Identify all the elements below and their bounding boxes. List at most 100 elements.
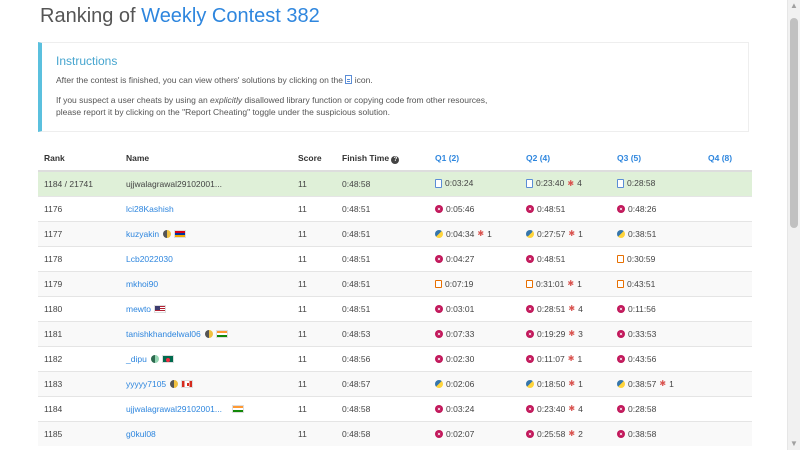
q3-cell: 0:33:53 xyxy=(611,321,702,347)
col-q3[interactable]: Q3 (5) xyxy=(611,146,702,172)
submission-time: 0:07:19 xyxy=(445,278,474,289)
cpp-icon xyxy=(617,304,625,313)
wrong-attempts: 2 xyxy=(578,428,583,439)
user-link[interactable]: yyyyy7105 xyxy=(126,379,166,389)
submission-link[interactable]: 0:03:24 xyxy=(435,178,473,188)
user-link[interactable]: mkhoi90 xyxy=(126,279,158,289)
contest-link[interactable]: Weekly Contest 382 xyxy=(141,5,320,27)
q1-cell: 0:02:06 xyxy=(429,371,520,397)
submission-link[interactable]: 0:33:53 xyxy=(617,329,656,339)
submission-link[interactable]: 0:48:51 xyxy=(526,204,565,214)
finish-time-cell: 0:48:51 xyxy=(336,296,429,322)
vertical-scrollbar[interactable]: ▲ ▼ xyxy=(787,0,800,450)
score-cell: 11 xyxy=(292,421,336,446)
name-cell: lci28Kashish xyxy=(120,196,292,222)
scroll-up-icon[interactable]: ▲ xyxy=(788,0,800,12)
score-cell: 11 xyxy=(292,221,336,247)
user-link[interactable]: mewto xyxy=(126,304,151,314)
submission-link[interactable]: 0:04:27 xyxy=(435,254,474,264)
submission-link[interactable]: 0:02:06 xyxy=(435,379,474,389)
bug-icon: ✱ xyxy=(568,404,576,413)
submission-link[interactable]: 0:43:51 xyxy=(617,279,655,289)
user-link[interactable]: g0kul08 xyxy=(126,429,156,439)
submission-link[interactable]: 0:28:51 ✱ 4 xyxy=(526,304,583,314)
submission-link[interactable]: 0:28:58 xyxy=(617,404,656,414)
user-link[interactable]: ujjwalagrawal29102001... xyxy=(126,179,222,189)
user-link[interactable]: _dipu xyxy=(126,354,147,364)
submission-link[interactable]: 0:48:51 xyxy=(526,254,565,264)
cpp-icon xyxy=(435,354,443,363)
rank-cell: 1183 xyxy=(38,371,120,397)
user-link[interactable]: lci28Kashish xyxy=(126,204,174,214)
user-link[interactable]: tanishkhandelwal06 xyxy=(126,329,201,339)
user-badge-icon xyxy=(204,330,213,338)
submission-link[interactable]: 0:38:51 xyxy=(617,229,656,239)
name-cell: ujjwalagrawal29102001... xyxy=(120,396,292,422)
rank-cell: 1185 xyxy=(38,421,120,446)
submission-link[interactable]: 0:31:01 ✱ 1 xyxy=(526,279,582,289)
cpp-icon xyxy=(435,254,443,263)
col-q1[interactable]: Q1 (2) xyxy=(429,146,520,172)
submission-link[interactable]: 0:43:56 xyxy=(617,354,656,364)
q4-cell xyxy=(702,296,752,322)
q4-cell xyxy=(702,271,752,297)
submission-link[interactable]: 0:25:58 ✱ 2 xyxy=(526,429,583,439)
submission-time: 0:18:50 xyxy=(537,378,566,389)
submission-link[interactable]: 0:03:24 xyxy=(435,404,474,414)
submission-link[interactable]: 0:03:01 xyxy=(435,304,474,314)
submission-link[interactable]: 0:02:07 xyxy=(435,429,474,439)
submission-link[interactable]: 0:11:07 ✱ 1 xyxy=(526,354,582,364)
solution-doc-icon xyxy=(345,75,353,84)
submission-link[interactable]: 0:48:26 xyxy=(617,204,656,214)
submission-link[interactable]: 0:11:56 xyxy=(617,304,656,314)
submission-link[interactable]: 0:18:50 ✱ 1 xyxy=(526,379,583,389)
submission-link[interactable]: 0:05:46 xyxy=(435,204,474,214)
submission-link[interactable]: 0:19:29 ✱ 3 xyxy=(526,329,583,339)
cpp-icon xyxy=(526,304,534,313)
rank-cell: 1184 / 21741 xyxy=(38,170,120,197)
submission-link[interactable]: 0:23:40 ✱ 4 xyxy=(526,178,582,188)
submission-time: 0:03:24 xyxy=(446,403,475,414)
q1-cell: 0:02:30 xyxy=(429,346,520,372)
bug-icon: ✱ xyxy=(568,229,576,238)
table-row: 1176 lci28Kashish 11 0:48:51 0:05:46 0:48:51 0… xyxy=(38,196,752,222)
bug-icon: ✱ xyxy=(659,379,667,388)
q1-cell: 0:03:24 xyxy=(429,396,520,422)
submission-time: 0:04:27 xyxy=(446,253,475,264)
submission-link[interactable]: 0:27:57 ✱ 1 xyxy=(526,229,583,239)
rank-cell: 1179 xyxy=(38,271,120,297)
submission-link[interactable]: 0:23:40 ✱ 4 xyxy=(526,404,583,414)
submission-link[interactable]: 0:07:33 xyxy=(435,329,474,339)
submission-link[interactable]: 0:07:19 xyxy=(435,279,473,289)
user-link[interactable]: Lcb2022030 xyxy=(126,254,173,264)
user-link[interactable]: kuzyakin xyxy=(126,229,159,239)
submission-link[interactable]: 0:38:57 ✱ 1 xyxy=(617,379,674,389)
instructions-text: icon. xyxy=(354,75,373,85)
submission-link[interactable]: 0:04:34 ✱ 1 xyxy=(435,229,492,239)
user-link[interactable]: ujjwalagrawal29102001... xyxy=(126,404,222,414)
ranking-page: Ranking of Weekly Contest 382 Instructio… xyxy=(0,0,788,450)
instructions-text: After the contest is finished, you can v… xyxy=(56,75,343,85)
rank-cell: 1184 xyxy=(38,396,120,422)
user-badge-icon xyxy=(170,380,179,388)
table-row: 1178 Lcb2022030 11 0:48:51 0:04:27 0:48:51 0:3… xyxy=(38,246,752,272)
col-q2[interactable]: Q2 (4) xyxy=(520,146,611,172)
col-q4[interactable]: Q4 (8) xyxy=(702,146,752,172)
question-circle-icon[interactable]: ? xyxy=(391,155,400,164)
q2-cell: 0:48:51 xyxy=(520,246,611,272)
q3-cell: 0:30:59 xyxy=(611,246,702,272)
q3-cell: 0:38:57 ✱ 1 xyxy=(611,371,702,397)
scroll-down-icon[interactable]: ▼ xyxy=(788,438,800,450)
rank-cell: 1182 xyxy=(38,346,120,372)
submission-link[interactable]: 0:02:30 xyxy=(435,354,474,364)
submission-link[interactable]: 0:38:58 xyxy=(617,429,656,439)
cpp-icon xyxy=(526,429,534,438)
submission-link[interactable]: 0:28:58 xyxy=(617,178,655,188)
q4-cell xyxy=(702,321,752,347)
scroll-thumb[interactable] xyxy=(790,18,798,228)
submission-time: 0:02:06 xyxy=(446,378,475,389)
name-cell: _dipu xyxy=(120,346,292,372)
submission-link[interactable]: 0:30:59 xyxy=(617,254,655,264)
q4-cell xyxy=(702,246,752,272)
name-cell: mkhoi90 xyxy=(120,271,292,297)
